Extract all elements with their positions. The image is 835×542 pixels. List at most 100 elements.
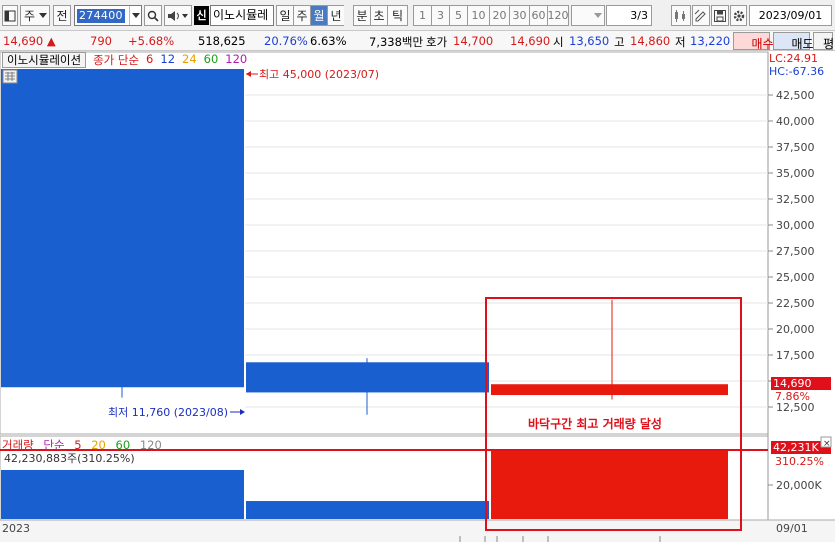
- candle-type-button[interactable]: [671, 5, 691, 26]
- tab-minute[interactable]: 분: [353, 5, 370, 26]
- stock-name-field[interactable]: 이노시뮬레: [210, 5, 274, 26]
- interval-1[interactable]: 1: [413, 5, 431, 26]
- layout-icon[interactable]: [2, 5, 18, 26]
- high-annotation: 최고 45,000 (2023/07): [246, 68, 379, 81]
- ma-120-label: 120: [225, 52, 248, 66]
- ma-12-label: 12: [160, 52, 176, 66]
- interval-10[interactable]: 10: [467, 5, 489, 26]
- chevron-down-icon: [594, 13, 602, 18]
- interval-120-label: 120: [547, 9, 569, 22]
- candle-body: [1, 69, 244, 388]
- tab-year[interactable]: 년: [327, 5, 344, 26]
- tab-day[interactable]: 일: [276, 5, 293, 26]
- trade-value: 7,338백만: [369, 35, 424, 49]
- quote-info-bar: 14,690 ▲ 790 +5.68% 518,625 20.76% 6.63%…: [0, 31, 835, 51]
- layout-icon-glyph: [4, 10, 16, 21]
- tab-month[interactable]: 월: [310, 5, 327, 26]
- interval-10-label: 10: [471, 9, 486, 22]
- current-pct-text: 7.86%: [775, 390, 810, 403]
- ma-24-label: 24: [182, 52, 197, 66]
- tab-tick-label: 틱: [391, 9, 404, 23]
- close-icon: ×: [823, 439, 831, 449]
- buy-button[interactable]: 매수: [733, 32, 774, 51]
- price-change: 790: [90, 34, 112, 48]
- candle-body: [246, 362, 489, 393]
- chart-menu-button[interactable]: [2, 69, 18, 84]
- high-price: 14,860: [630, 34, 671, 48]
- ask-label: 호가: [426, 35, 448, 49]
- ma-6-label: 6: [146, 52, 154, 66]
- open-label: 시: [553, 35, 564, 49]
- low-label: 저: [675, 35, 686, 49]
- volume-ratio: 20.76%: [264, 34, 308, 48]
- volume-bar: [491, 450, 728, 519]
- chevron-down-icon[interactable]: [129, 6, 141, 25]
- callout-text: 바닥구간 최고 거래량 달성: [528, 416, 662, 431]
- tab-week[interactable]: 주: [293, 5, 310, 26]
- interval-60-label: 60: [531, 9, 546, 22]
- price-tick-label: 32,500: [776, 193, 815, 206]
- volume-tick-label: 20,000K: [776, 479, 822, 492]
- tab-day-label: 일: [279, 9, 291, 23]
- interval-120[interactable]: 120: [547, 5, 569, 26]
- low-annotation: 최저 11,760 (2023/08): [108, 406, 245, 419]
- interval-5-label: 5: [455, 9, 462, 22]
- candle-body: [491, 384, 728, 396]
- save-button[interactable]: [711, 5, 729, 26]
- pencil-icon: [694, 9, 706, 21]
- sell-button[interactable]: 매도: [773, 32, 814, 51]
- stock-code-input[interactable]: 274400: [74, 5, 142, 26]
- tab-week-label: 주: [296, 9, 308, 23]
- chart-title[interactable]: 이노시뮬레이션: [2, 52, 87, 68]
- tab-second-label: 초: [373, 9, 385, 23]
- price-chart[interactable]: 42,500 40,000 37,500 35,000 32,500 30,000 27,5…: [0, 51, 835, 542]
- average-button[interactable]: 평: [813, 32, 835, 51]
- tab-second[interactable]: 초: [370, 5, 387, 26]
- price-tick-label: 40,000: [776, 115, 815, 128]
- open-price: 13,650: [569, 34, 610, 48]
- tab-tick[interactable]: 틱: [387, 5, 408, 26]
- new-listing-badge: 신: [194, 6, 209, 25]
- interval-20[interactable]: 20: [489, 5, 509, 26]
- search-button[interactable]: [144, 5, 162, 26]
- candle-icon: [675, 9, 685, 22]
- price-tick-label: 30,000: [776, 219, 815, 232]
- current-price: 14,690 ▲: [3, 34, 56, 48]
- interval-input[interactable]: [571, 5, 605, 26]
- all-button[interactable]: 전: [53, 5, 71, 26]
- ask-price-2: 14,690: [510, 34, 551, 48]
- interval-3[interactable]: 3: [431, 5, 449, 26]
- gear-icon: [733, 10, 744, 21]
- settings-button[interactable]: [730, 5, 747, 26]
- price-tick-label: 42,500: [776, 89, 815, 102]
- chart-legend: 이노시뮬레이션 종가 단순 6 12 24 60 120: [2, 52, 254, 68]
- turnover-rate: 6.63%: [310, 34, 347, 48]
- volume-pct-text: 310.25%: [775, 455, 824, 468]
- interval-20-label: 20: [492, 9, 507, 22]
- volume-ma-120: 120: [139, 438, 162, 452]
- average-button-label: 평: [823, 37, 835, 51]
- toolbar: 주 전 274400 신 이노시뮬레 일 주 월 년 분 초 틱 1 3 5 1…: [0, 0, 835, 31]
- interval-5[interactable]: 5: [449, 5, 467, 26]
- hc-label: HC:-67.36: [769, 65, 824, 78]
- price-change-pct: +5.68%: [128, 34, 175, 48]
- market-type-label: 주: [24, 9, 36, 23]
- low-price: 13,220: [690, 34, 731, 48]
- edit-button[interactable]: [692, 5, 710, 26]
- save-icon: [714, 9, 726, 22]
- search-icon: [147, 10, 159, 22]
- sound-button[interactable]: [164, 5, 192, 26]
- stock-code-value: 274400: [77, 9, 125, 23]
- ma-60-label: 60: [203, 52, 219, 66]
- interval-1-label: 1: [419, 9, 426, 22]
- buy-button-label: 매수: [751, 37, 774, 51]
- price-tick-label: 37,500: [776, 141, 815, 154]
- volume-bar: [246, 501, 489, 519]
- price-tick-label: 25,000: [776, 271, 815, 284]
- tab-month-label: 월: [313, 9, 325, 23]
- tab-minute-label: 분: [356, 9, 368, 23]
- market-type-select[interactable]: 주: [20, 5, 50, 26]
- interval-60[interactable]: 60: [529, 5, 547, 26]
- date-field[interactable]: 2023/09/01: [749, 5, 832, 26]
- interval-30[interactable]: 30: [509, 5, 529, 26]
